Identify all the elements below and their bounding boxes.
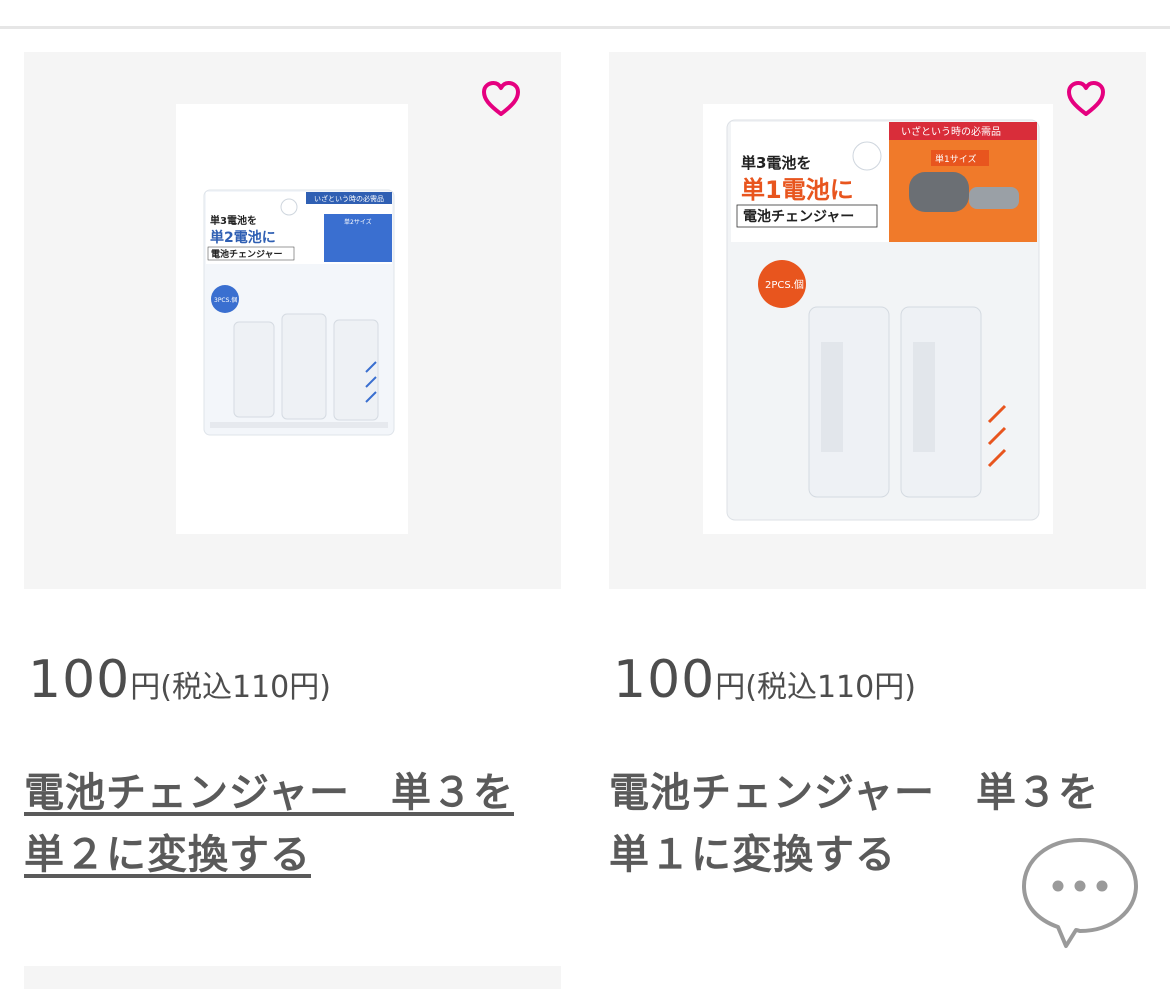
price-amount: 100 xyxy=(28,650,131,710)
price-currency: 円 xyxy=(715,670,746,705)
package-line3: 電池チェンジャー xyxy=(743,208,854,225)
package-tag-text: いざという時の必需品 xyxy=(901,125,1001,138)
package-badge: 2PCS.個 xyxy=(765,278,804,291)
package-line2: 単2電池に xyxy=(210,229,276,246)
package-line1: 単3電池を xyxy=(210,214,257,227)
heart-outline-icon[interactable] xyxy=(1066,80,1106,120)
price: 100円(税込110円) xyxy=(28,650,331,710)
product-title-line: 電池チェンジャー 単３を xyxy=(609,770,1099,816)
product-title-line: 電池チェンジャー 単３を xyxy=(24,770,514,816)
price-tax-included: (税込110円) xyxy=(745,670,916,705)
heart-outline-icon[interactable] xyxy=(481,80,521,120)
package-line1: 単3電池を xyxy=(741,154,811,172)
price-currency: 円 xyxy=(130,670,161,705)
product-image[interactable]: いざという時の必需品 単3電池を 単1電池に 電池チェンジャー 単1サイズ 2P… xyxy=(609,52,1146,589)
product-title-link[interactable]: 電池チェンジャー 単３を 単２に変換する xyxy=(24,762,561,886)
product-package-illustration: いざという時の必需品 単3電池を 単1電池に 電池チェンジャー 単1サイズ 2P… xyxy=(703,104,1053,534)
header-divider xyxy=(0,26,1170,29)
package-line3: 電池チェンジャー xyxy=(211,248,283,260)
price-tax-included: (税込110円) xyxy=(160,670,331,705)
package-badge: 3PCS.個 xyxy=(214,296,237,304)
price: 100円(税込110円) xyxy=(613,650,916,710)
package-tag-text: いざという時の必需品 xyxy=(314,194,384,203)
product-image[interactable]: いざという時の必需品 単3電池を 単2電池に 電池チェンジャー 単2サイズ 3P… xyxy=(24,52,561,589)
chat-bubble-icon[interactable] xyxy=(1018,834,1142,952)
price-amount: 100 xyxy=(613,650,716,710)
product-package-illustration: いざという時の必需品 単3電池を 単2電池に 電池チェンジャー 単2サイズ 3P… xyxy=(176,104,408,534)
product-card[interactable]: いざという時の必需品 単3電池を 単2電池に 電池チェンジャー 単2サイズ 3P… xyxy=(24,52,561,878)
package-line2: 単1電池に xyxy=(741,176,854,204)
package-size-label: 単2サイズ xyxy=(344,218,372,226)
product-card[interactable]: いざという時の必需品 単3電池を 単1電池に 電池チェンジャー 単1サイズ 2P… xyxy=(609,52,1146,878)
product-title-line: 単２に変換する xyxy=(24,832,311,878)
package-size-label: 単1サイズ xyxy=(935,153,976,165)
next-product-card[interactable] xyxy=(24,966,561,989)
